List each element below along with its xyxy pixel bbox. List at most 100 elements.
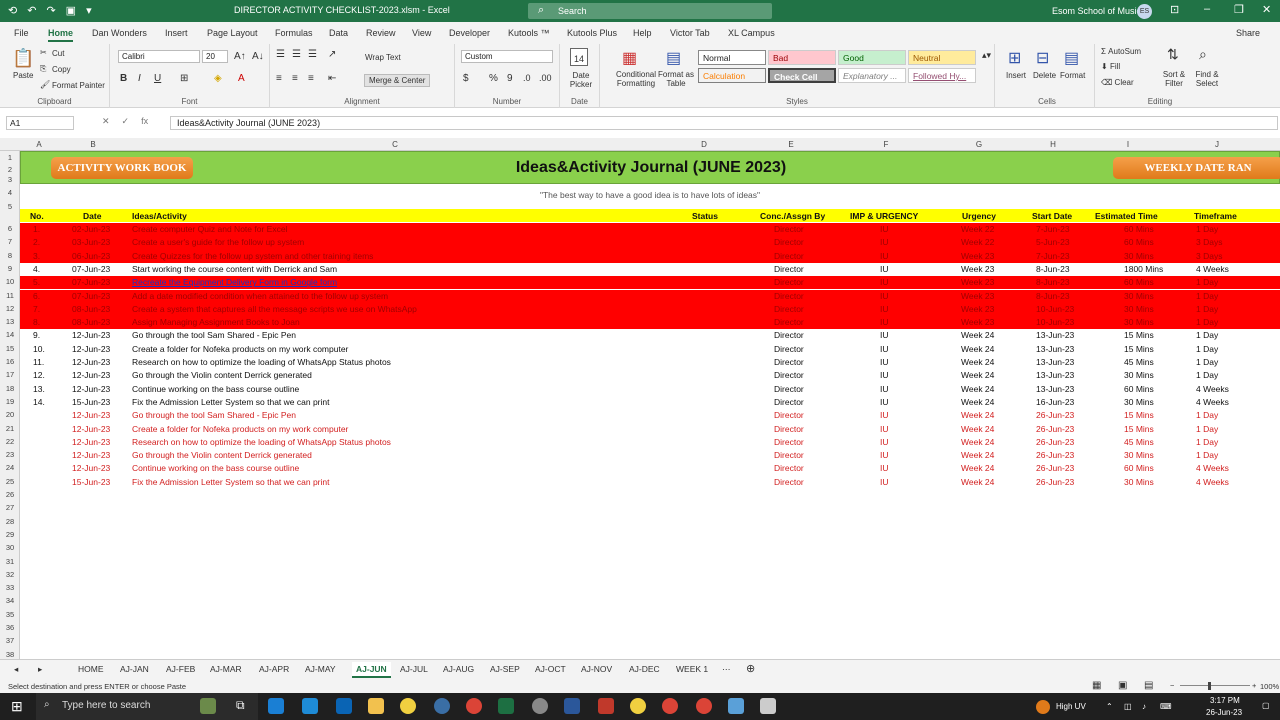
cell-imp-urgency[interactable]: IU <box>880 424 889 434</box>
cell-timeframe[interactable]: 1 Day <box>1196 450 1218 460</box>
cell-start-date[interactable]: 26-Jun-23 <box>1036 450 1074 460</box>
weekly-date-range-button[interactable]: WEEKLY DATE RAN <box>1113 157 1280 179</box>
tab-formulas[interactable]: Formulas <box>275 28 313 38</box>
cell-timeframe[interactable]: 1 Day <box>1196 410 1218 420</box>
row-header[interactable]: 31 <box>0 557 20 566</box>
row-header[interactable]: 24 <box>0 463 20 472</box>
sheet-next-icon[interactable]: ▸ <box>38 664 42 675</box>
file-explorer-icon[interactable] <box>368 698 384 714</box>
cell-no[interactable]: 7. <box>33 304 40 314</box>
fill-button[interactable]: ⬇ Fill <box>1101 62 1120 71</box>
sticky-notes-2-icon[interactable] <box>630 698 646 714</box>
cell-date[interactable]: 06-Jun-23 <box>72 251 110 261</box>
cell-activity[interactable]: Fix the Admission Letter System so that … <box>132 397 329 407</box>
date-picker-button[interactable]: Date Picker <box>564 71 598 89</box>
table-row[interactable]: 5. 07-Jun-23 Recreate the Equipment Delive… <box>20 276 1280 290</box>
page-break-view-icon[interactable]: ▤ <box>1144 680 1153 691</box>
sheet-prev-icon[interactable]: ◂ <box>14 664 18 675</box>
sheet-tab-aj-sep[interactable]: AJ-SEP <box>490 664 520 674</box>
calendar-icon[interactable]: 14 <box>570 48 588 66</box>
cell-start-date[interactable]: 10-Jun-23 <box>1036 317 1074 327</box>
cell-timeframe[interactable]: 1 Day <box>1196 437 1218 447</box>
merge-center-button[interactable]: Merge & Center <box>364 74 431 87</box>
row-header[interactable]: 33 <box>0 583 20 592</box>
cell-start-date[interactable]: 26-Jun-23 <box>1036 463 1074 473</box>
cell-start-date[interactable]: 7-Jun-23 <box>1036 224 1070 234</box>
cell-start-date[interactable]: 26-Jun-23 <box>1036 437 1074 447</box>
minimize-icon[interactable]: – <box>1204 3 1210 15</box>
style-check-cell[interactable]: Check Cell <box>768 68 836 83</box>
sheet-tab-aj-mar[interactable]: AJ-MAR <box>210 664 242 674</box>
table-row[interactable]: 9. 12-Jun-23 Go through the tool Sam Share… <box>20 329 1280 342</box>
cell-urgency[interactable]: Week 24 <box>961 330 994 340</box>
cell-date[interactable]: 07-Jun-23 <box>72 277 110 287</box>
align-right-icon[interactable]: ≡ <box>308 73 314 84</box>
cell-assigned-by[interactable]: Director <box>774 424 804 434</box>
cell-date[interactable]: 12-Jun-23 <box>72 370 110 380</box>
tab-home[interactable]: Home <box>48 28 74 42</box>
row-header[interactable]: 28 <box>0 517 20 526</box>
sheet-tab-aj-apr[interactable]: AJ-APR <box>259 664 289 674</box>
autosave-icon[interactable]: ⟲ <box>8 4 17 17</box>
weather-text[interactable]: High UV <box>1056 702 1086 711</box>
media-icon[interactable] <box>598 698 614 714</box>
cell-timeframe[interactable]: 1 Day <box>1196 424 1218 434</box>
font-size-select[interactable]: 20 <box>202 50 228 63</box>
row-header[interactable]: 32 <box>0 570 20 579</box>
cell-imp-urgency[interactable]: IU <box>880 237 889 247</box>
cell-start-date[interactable]: 13-Jun-23 <box>1036 370 1074 380</box>
sheet-tab-aj-jun[interactable]: AJ-JUN <box>352 662 391 678</box>
row-header[interactable]: 26 <box>0 490 20 499</box>
row-header[interactable]: 25 <box>0 477 20 486</box>
cell-estimated-time[interactable]: 45 Mins <box>1124 437 1154 447</box>
row-header[interactable]: 37 <box>0 636 20 645</box>
cell-date[interactable]: 12-Jun-23 <box>72 410 110 420</box>
header-urgency[interactable]: Urgency <box>962 211 996 221</box>
sheet-tab-home[interactable]: HOME <box>78 664 104 674</box>
cell-date[interactable]: 12-Jun-23 <box>72 437 110 447</box>
table-row[interactable]: 15-Jun-23 Fix the Admission Letter System… <box>20 476 1280 489</box>
format-table-icon[interactable]: ▤ <box>666 48 681 68</box>
cancel-icon[interactable]: ✕ <box>102 116 110 130</box>
borders-icon[interactable]: ⊞ <box>180 73 188 84</box>
edge-icon[interactable] <box>268 698 284 714</box>
find-icon[interactable]: ⌕ <box>1199 46 1207 63</box>
table-row[interactable]: 1. 02-Jun-23 Create computer Quiz and Note… <box>20 223 1280 237</box>
cell-activity[interactable]: Go through the tool Sam Shared - Epic Pe… <box>132 330 296 340</box>
cell-estimated-time[interactable]: 15 Mins <box>1124 410 1154 420</box>
cell-estimated-time[interactable]: 30 Mins <box>1124 477 1154 487</box>
cell-start-date[interactable]: 8-Jun-23 <box>1036 264 1070 274</box>
mail-icon[interactable] <box>336 698 352 714</box>
format-cells-icon[interactable]: ▤ <box>1064 48 1079 68</box>
store-icon[interactable] <box>302 698 318 714</box>
cell-start-date[interactable]: 26-Jun-23 <box>1036 477 1074 487</box>
insert-cells-icon[interactable]: ⊞ <box>1008 48 1021 68</box>
sheet-tab-aj-aug[interactable]: AJ-AUG <box>443 664 474 674</box>
cell-date[interactable]: 12-Jun-23 <box>72 424 110 434</box>
cell-timeframe[interactable]: 4 Weeks <box>1196 397 1229 407</box>
cell-activity[interactable]: Recreate the Equipment Delivery Form in … <box>132 277 337 287</box>
cell-imp-urgency[interactable]: IU <box>880 264 889 274</box>
orientation-icon[interactable]: ↗ <box>328 49 336 60</box>
row-header[interactable]: 35 <box>0 610 20 619</box>
cell-date[interactable]: 12-Jun-23 <box>72 450 110 460</box>
row-header[interactable]: 23 <box>0 450 20 459</box>
column-header-h[interactable]: H <box>1022 140 1084 149</box>
activity-work-book-button[interactable]: ACTIVITY WORK BOOK <box>51 157 193 179</box>
row-header[interactable]: 30 <box>0 543 20 552</box>
cell-no[interactable]: 9. <box>33 330 40 340</box>
header-activity[interactable]: Ideas/Activity <box>132 211 187 221</box>
cell-urgency[interactable]: Week 22 <box>961 224 994 234</box>
cell-urgency[interactable]: Week 23 <box>961 317 994 327</box>
cell-urgency[interactable]: Week 24 <box>961 424 994 434</box>
row-header[interactable]: 5 <box>0 202 20 211</box>
sort-filter-icon[interactable]: ⇅ <box>1167 46 1179 63</box>
table-row[interactable]: 7. 08-Jun-23 Create a system that captures… <box>20 302 1280 317</box>
cell-start-date[interactable]: 7-Jun-23 <box>1036 251 1070 261</box>
cell-urgency[interactable]: Week 22 <box>961 237 994 247</box>
row-header[interactable]: 38 <box>0 650 20 659</box>
cell-estimated-time[interactable]: 45 Mins <box>1124 357 1154 367</box>
zoom-level[interactable]: 100% <box>1260 682 1279 691</box>
enter-icon[interactable]: ✓ <box>122 116 130 130</box>
cell-imp-urgency[interactable]: IU <box>880 463 889 473</box>
